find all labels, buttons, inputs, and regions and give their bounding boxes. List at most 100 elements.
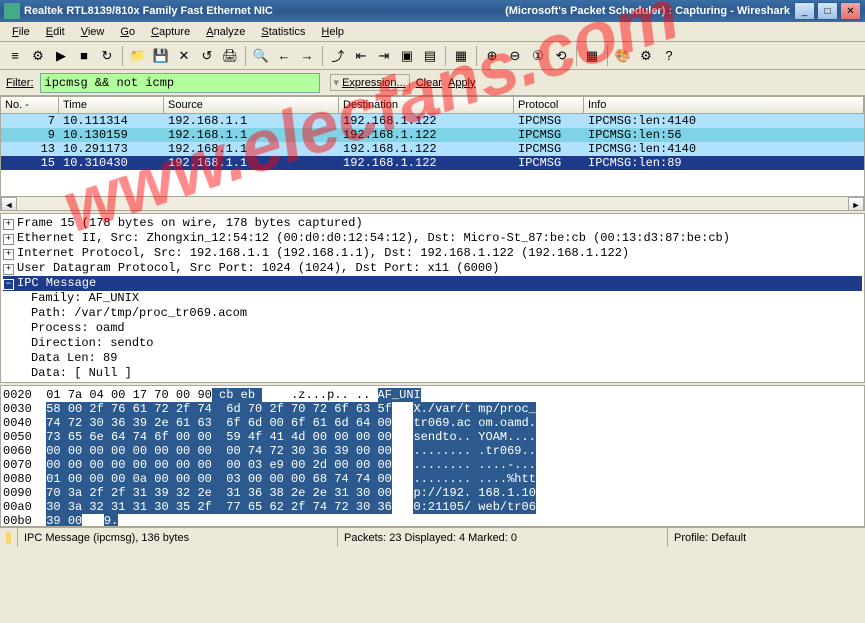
toolbar-separator [122,46,123,66]
cell-time: 10.291173 [59,142,164,156]
column-no[interactable]: No. - [1,97,59,113]
prefs-icon[interactable]: ⚙ [635,45,657,67]
zoom-out-icon[interactable]: ⊖ [504,45,526,67]
expand-icon[interactable]: + [3,219,14,230]
hex-line[interactable]: 0090 70 3a 2f 2f 31 39 32 2e 31 36 38 2e… [3,486,862,500]
minimize-button[interactable]: _ [794,2,815,20]
tree-udp[interactable]: +User Datagram Protocol, Src Port: 1024 … [3,261,862,276]
menu-capture[interactable]: Capture [143,24,198,40]
column-protocol[interactable]: Protocol [514,97,584,113]
cell-no: 13 [1,142,59,156]
scroll-right-icon[interactable]: ► [848,197,864,211]
scroll-left-icon[interactable]: ◄ [1,197,17,211]
hex-line[interactable]: 00a0 30 3a 32 31 31 30 35 2f 77 65 62 2f… [3,500,862,514]
status-middle: Packets: 23 Displayed: 4 Marked: 0 [338,528,668,547]
cell-proto: IPCMSG [514,156,584,170]
cell-proto: IPCMSG [514,128,584,142]
filter-input[interactable] [40,73,320,93]
menu-statistics[interactable]: Statistics [253,24,313,40]
stop-capture-icon[interactable]: ■ [73,45,95,67]
menu-view[interactable]: View [73,24,113,40]
save-file-icon[interactable]: 💾 [150,45,172,67]
open-file-icon[interactable]: 📁 [127,45,149,67]
capture-options-icon[interactable]: ⚙ [27,45,49,67]
menu-edit[interactable]: Edit [38,24,73,40]
go-last-icon[interactable]: ⇥ [373,45,395,67]
tree-direction[interactable]: Direction: sendto [3,336,862,351]
expression-button[interactable]: ▾ Expression... [330,74,410,91]
hex-line[interactable]: 0030 58 00 2f 76 61 72 2f 74 6d 70 2f 70… [3,402,862,416]
maximize-button[interactable]: □ [817,2,838,20]
collapse-icon[interactable]: − [3,279,14,290]
close-icon[interactable]: ✕ [173,45,195,67]
packet-list-scrollbar[interactable]: ◄ ► [1,196,864,211]
tree-ip[interactable]: +Internet Protocol, Src: 192.168.1.1 (19… [3,246,862,261]
expand-icon[interactable]: + [3,234,14,245]
print-icon[interactable]: 🖨 [219,45,241,67]
packet-row[interactable]: 1510.310430192.168.1.1192.168.1.122IPCMS… [1,156,864,170]
resize-columns-icon[interactable]: ▦ [450,45,472,67]
hex-line[interactable]: 0050 73 65 6e 64 74 6f 00 00 59 4f 41 4d… [3,430,862,444]
column-time[interactable]: Time [59,97,164,113]
menu-help[interactable]: Help [313,24,352,40]
filter-icon[interactable]: ▦ [581,45,603,67]
tree-family[interactable]: Family: AF_UNIX [3,291,862,306]
expand-icon[interactable]: + [3,249,14,260]
find-icon[interactable]: 🔍 [250,45,272,67]
hex-line[interactable]: 0080 01 00 00 00 0a 00 00 00 03 00 00 00… [3,472,862,486]
column-source[interactable]: Source [164,97,339,113]
help-icon[interactable]: ? [658,45,680,67]
list-icon[interactable]: ≡ [4,45,26,67]
packet-row[interactable]: 710.111314192.168.1.1192.168.1.122IPCMSG… [1,114,864,128]
hex-line[interactable]: 0040 74 72 30 36 39 2e 61 63 6f 6d 00 6f… [3,416,862,430]
menu-go[interactable]: Go [112,24,143,40]
apply-button[interactable]: Apply [448,77,476,89]
tree-ipc[interactable]: −IPC Message [3,276,862,291]
zoom-reset-icon[interactable]: ① [527,45,549,67]
toolbar-separator [245,46,246,66]
close-button[interactable]: ✕ [840,2,861,20]
hex-line[interactable]: 00b0 39 00 9. [3,514,862,527]
expand-icon[interactable]: + [3,264,14,275]
tree-data[interactable]: Data: [ Null ] [3,366,862,381]
tree-datalen[interactable]: Data Len: 89 [3,351,862,366]
toolbar-separator [576,46,577,66]
go-forward-icon[interactable]: → [296,45,318,67]
tree-frame[interactable]: +Frame 15 (178 bytes on wire, 178 bytes … [3,216,862,231]
colorize-icon[interactable]: ▣ [396,45,418,67]
cell-dst: 192.168.1.122 [339,114,514,128]
column-info[interactable]: Info [584,97,864,113]
window-title-left: Realtek RTL8139/810x Family Fast Etherne… [24,5,505,17]
status-bar: IPC Message (ipcmsg), 136 bytes Packets:… [0,527,865,547]
hex-dump-panel[interactable]: 0020 01 7a 04 00 17 70 00 90 cb eb .z...… [0,385,865,527]
hex-line[interactable]: 0020 01 7a 04 00 17 70 00 90 cb eb .z...… [3,388,862,402]
jump-icon[interactable]: ⤴ [327,45,349,67]
go-first-icon[interactable]: ⇤ [350,45,372,67]
menu-bar: FileEditViewGoCaptureAnalyzeStatisticsHe… [0,22,865,42]
app-icon [4,3,20,19]
cell-time: 10.310430 [59,156,164,170]
go-back-icon[interactable]: ← [273,45,295,67]
reload-icon[interactable]: ↺ [196,45,218,67]
tree-ethernet[interactable]: +Ethernet II, Src: Zhongxin_12:54:12 (00… [3,231,862,246]
column-destination[interactable]: Destination [339,97,514,113]
hex-line[interactable]: 0070 00 00 00 00 00 00 00 00 00 03 e9 00… [3,458,862,472]
zoom-in-icon[interactable]: ⊕ [481,45,503,67]
packet-details-panel[interactable]: +Frame 15 (178 bytes on wire, 178 bytes … [0,213,865,383]
menu-file[interactable]: File [4,24,38,40]
hex-line[interactable]: 0060 00 00 00 00 00 00 00 00 00 74 72 30… [3,444,862,458]
tree-process[interactable]: Process: oamd [3,321,862,336]
packet-row[interactable]: 1310.291173192.168.1.1192.168.1.122IPCMS… [1,142,864,156]
main-toolbar: ≡⚙▶■↻📁💾✕↺🖨🔍←→⤴⇤⇥▣▤▦⊕⊖①⟲▦🎨⚙? [0,42,865,70]
auto-scroll-icon[interactable]: ▤ [419,45,441,67]
resize-icon[interactable]: ⟲ [550,45,572,67]
packet-list-header: No. - Time Source Destination Protocol I… [1,97,864,114]
packet-row[interactable]: 910.130159192.168.1.1192.168.1.122IPCMSG… [1,128,864,142]
color-rules-icon[interactable]: 🎨 [612,45,634,67]
tree-path[interactable]: Path: /var/tmp/proc_tr069.acom [3,306,862,321]
cell-no: 9 [1,128,59,142]
start-capture-icon[interactable]: ▶ [50,45,72,67]
restart-capture-icon[interactable]: ↻ [96,45,118,67]
clear-button[interactable]: Clear [416,77,442,89]
menu-analyze[interactable]: Analyze [198,24,253,40]
